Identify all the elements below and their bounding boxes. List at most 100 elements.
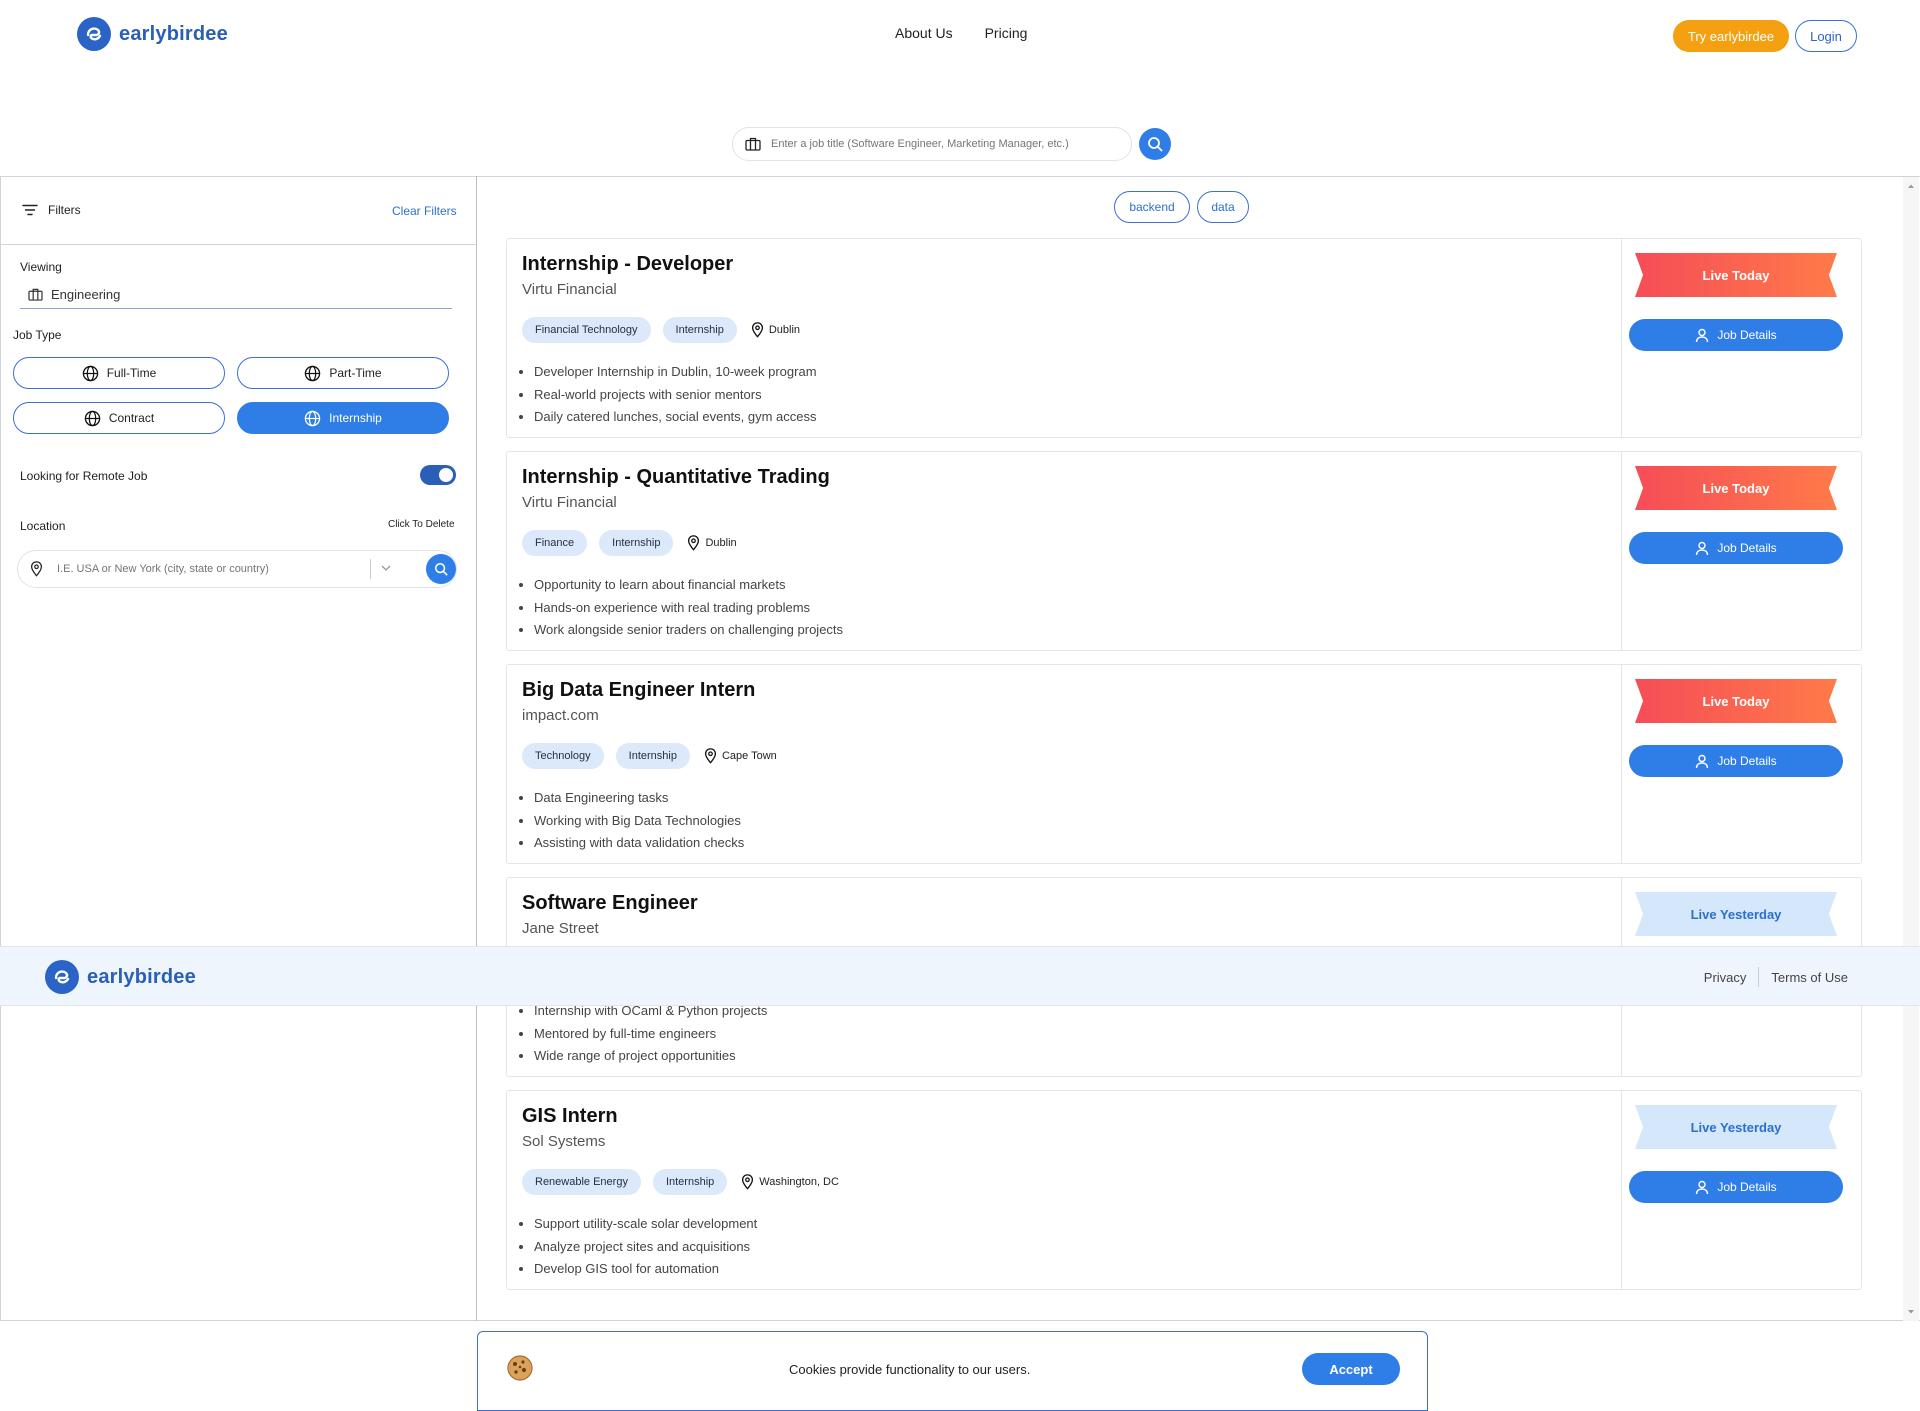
card-divider <box>1621 665 1622 863</box>
user-icon <box>1696 754 1709 768</box>
terms-link[interactable]: Terms of Use <box>1771 970 1848 985</box>
job-company: impact.com <box>522 707 599 724</box>
globe-icon <box>84 410 101 426</box>
location-search-button[interactable] <box>426 554 456 584</box>
remote-job-label: Looking for Remote Job <box>20 469 148 483</box>
job-card: Internship - Developer Virtu Financial F… <box>506 238 1862 438</box>
job-highlight: Wide range of project opportunities <box>534 1045 767 1068</box>
content-top-border <box>0 176 1920 177</box>
job-title[interactable]: Big Data Engineer Intern <box>522 679 755 702</box>
job-type-label-text: Contract <box>108 411 155 425</box>
chevron-down-icon[interactable] <box>380 562 392 574</box>
search-icon <box>1148 137 1163 152</box>
industry-chip: Finance <box>522 530 588 556</box>
sidebar-left-border <box>0 176 1 1321</box>
job-type-internship[interactable]: Internship <box>237 402 449 434</box>
job-type-label-text: Internship <box>329 411 382 425</box>
job-details-button[interactable]: Job Details <box>1629 532 1843 564</box>
bird-logo-icon <box>77 17 111 51</box>
cookie-message: Cookies provide functionality to our use… <box>789 1362 1031 1377</box>
job-location-text: Washington, DC <box>759 1176 839 1188</box>
job-search-button[interactable] <box>1139 128 1171 160</box>
login-button[interactable]: Login <box>1795 20 1857 52</box>
globe-icon <box>304 410 321 426</box>
job-details-button[interactable]: Job Details <box>1629 319 1843 351</box>
job-highlights: Internship with OCaml & Python projects … <box>534 1000 767 1068</box>
privacy-link[interactable]: Privacy <box>1704 970 1747 985</box>
main-nav: About Us Pricing <box>895 25 1027 41</box>
live-status-badge: Live Yesterday <box>1635 1105 1837 1149</box>
tag-backend[interactable]: backend <box>1114 191 1190 223</box>
job-highlights: Data Engineering tasks Working with Big … <box>534 787 744 855</box>
job-chips: Financial Technology Internship Dublin <box>522 317 800 343</box>
job-location: Dublin <box>687 535 737 551</box>
job-location-text: Dublin <box>705 537 737 549</box>
nav-about-us[interactable]: About Us <box>895 25 953 41</box>
brand-logo[interactable]: earlybirdee <box>77 17 228 51</box>
filters-header: Filters <box>22 203 81 217</box>
viewing-field[interactable]: Engineering <box>20 281 452 309</box>
job-highlights: Developer Internship in Dublin, 10-week … <box>534 361 817 429</box>
job-type-part-time[interactable]: Part-Time <box>237 357 449 389</box>
job-highlight: Working with Big Data Technologies <box>534 810 744 833</box>
bird-logo-icon <box>45 960 79 994</box>
map-pin-icon <box>704 748 717 764</box>
footer-separator <box>1758 967 1760 987</box>
job-details-label: Job Details <box>1717 328 1777 342</box>
job-title[interactable]: Internship - Quantitative Trading <box>522 466 830 489</box>
job-details-label: Job Details <box>1717 541 1777 555</box>
job-card: GIS Intern Sol Systems Renewable Energy … <box>506 1090 1862 1290</box>
job-type-chip: Internship <box>615 743 690 769</box>
job-highlights: Support utility-scale solar development … <box>534 1213 757 1281</box>
map-pin-icon <box>30 561 43 577</box>
footer-logo[interactable]: earlybirdee <box>45 960 196 994</box>
footer-bar: earlybirdee Privacy Terms of Use <box>0 946 1920 1006</box>
job-highlight: Assisting with data validation checks <box>534 832 744 855</box>
nav-pricing[interactable]: Pricing <box>985 25 1028 41</box>
job-title-input[interactable] <box>771 138 1111 150</box>
job-company: Virtu Financial <box>522 494 617 511</box>
globe-icon <box>305 365 321 381</box>
job-type-label-text: Full-Time <box>106 366 157 380</box>
job-chips: Technology Internship Cape Town <box>522 743 777 769</box>
job-card: Internship - Quantitative Trading Virtu … <box>506 451 1862 651</box>
job-highlight: Develop GIS tool for automation <box>534 1258 757 1281</box>
job-highlight: Hands-on experience with real trading pr… <box>534 597 843 620</box>
job-type-chip: Internship <box>652 1169 728 1195</box>
job-search-bar <box>732 127 1132 161</box>
filters-title: Filters <box>48 203 81 217</box>
footer-links: Privacy Terms of Use <box>1704 947 1848 1007</box>
card-divider <box>1621 239 1622 437</box>
job-highlight: Opportunity to learn about financial mar… <box>534 574 843 597</box>
try-earlybirdee-button[interactable]: Try earlybirdee <box>1673 20 1789 52</box>
job-title[interactable]: GIS Intern <box>522 1105 618 1128</box>
location-input[interactable] <box>57 563 357 575</box>
results-scrollbar[interactable] <box>1903 177 1919 1321</box>
tag-data[interactable]: data <box>1197 191 1249 223</box>
location-field <box>17 550 457 588</box>
sidebar-divider <box>476 176 477 1321</box>
clear-filters-link[interactable]: Clear Filters <box>392 204 457 218</box>
job-highlight: Analyze project sites and acquisitions <box>534 1236 757 1259</box>
remote-job-toggle[interactable] <box>420 465 456 485</box>
job-details-button[interactable]: Job Details <box>1629 1171 1843 1203</box>
accept-cookies-button[interactable]: Accept <box>1302 1353 1400 1385</box>
live-status-badge: Live Yesterday <box>1635 892 1837 936</box>
job-card: Big Data Engineer Intern impact.com Tech… <box>506 664 1862 864</box>
user-icon <box>1696 541 1709 555</box>
job-highlight: Daily catered lunches, social events, gy… <box>534 406 817 429</box>
scroll-down-arrow-icon[interactable] <box>1903 1306 1919 1318</box>
click-to-delete-hint: Click To Delete <box>388 519 455 530</box>
job-type-contract[interactable]: Contract <box>13 402 225 434</box>
scroll-up-arrow-icon[interactable] <box>1903 180 1919 192</box>
job-details-button[interactable]: Job Details <box>1629 745 1843 777</box>
job-type-full-time[interactable]: Full-Time <box>13 357 225 389</box>
map-pin-icon <box>742 1174 754 1190</box>
briefcase-icon <box>745 137 761 151</box>
job-title[interactable]: Software Engineer <box>522 892 698 915</box>
search-icon <box>434 562 448 576</box>
job-details-label: Job Details <box>1717 1180 1777 1194</box>
live-status-badge: Live Today <box>1635 679 1837 723</box>
cookie-banner: Cookies provide functionality to our use… <box>477 1331 1428 1411</box>
job-title[interactable]: Internship - Developer <box>522 253 733 276</box>
